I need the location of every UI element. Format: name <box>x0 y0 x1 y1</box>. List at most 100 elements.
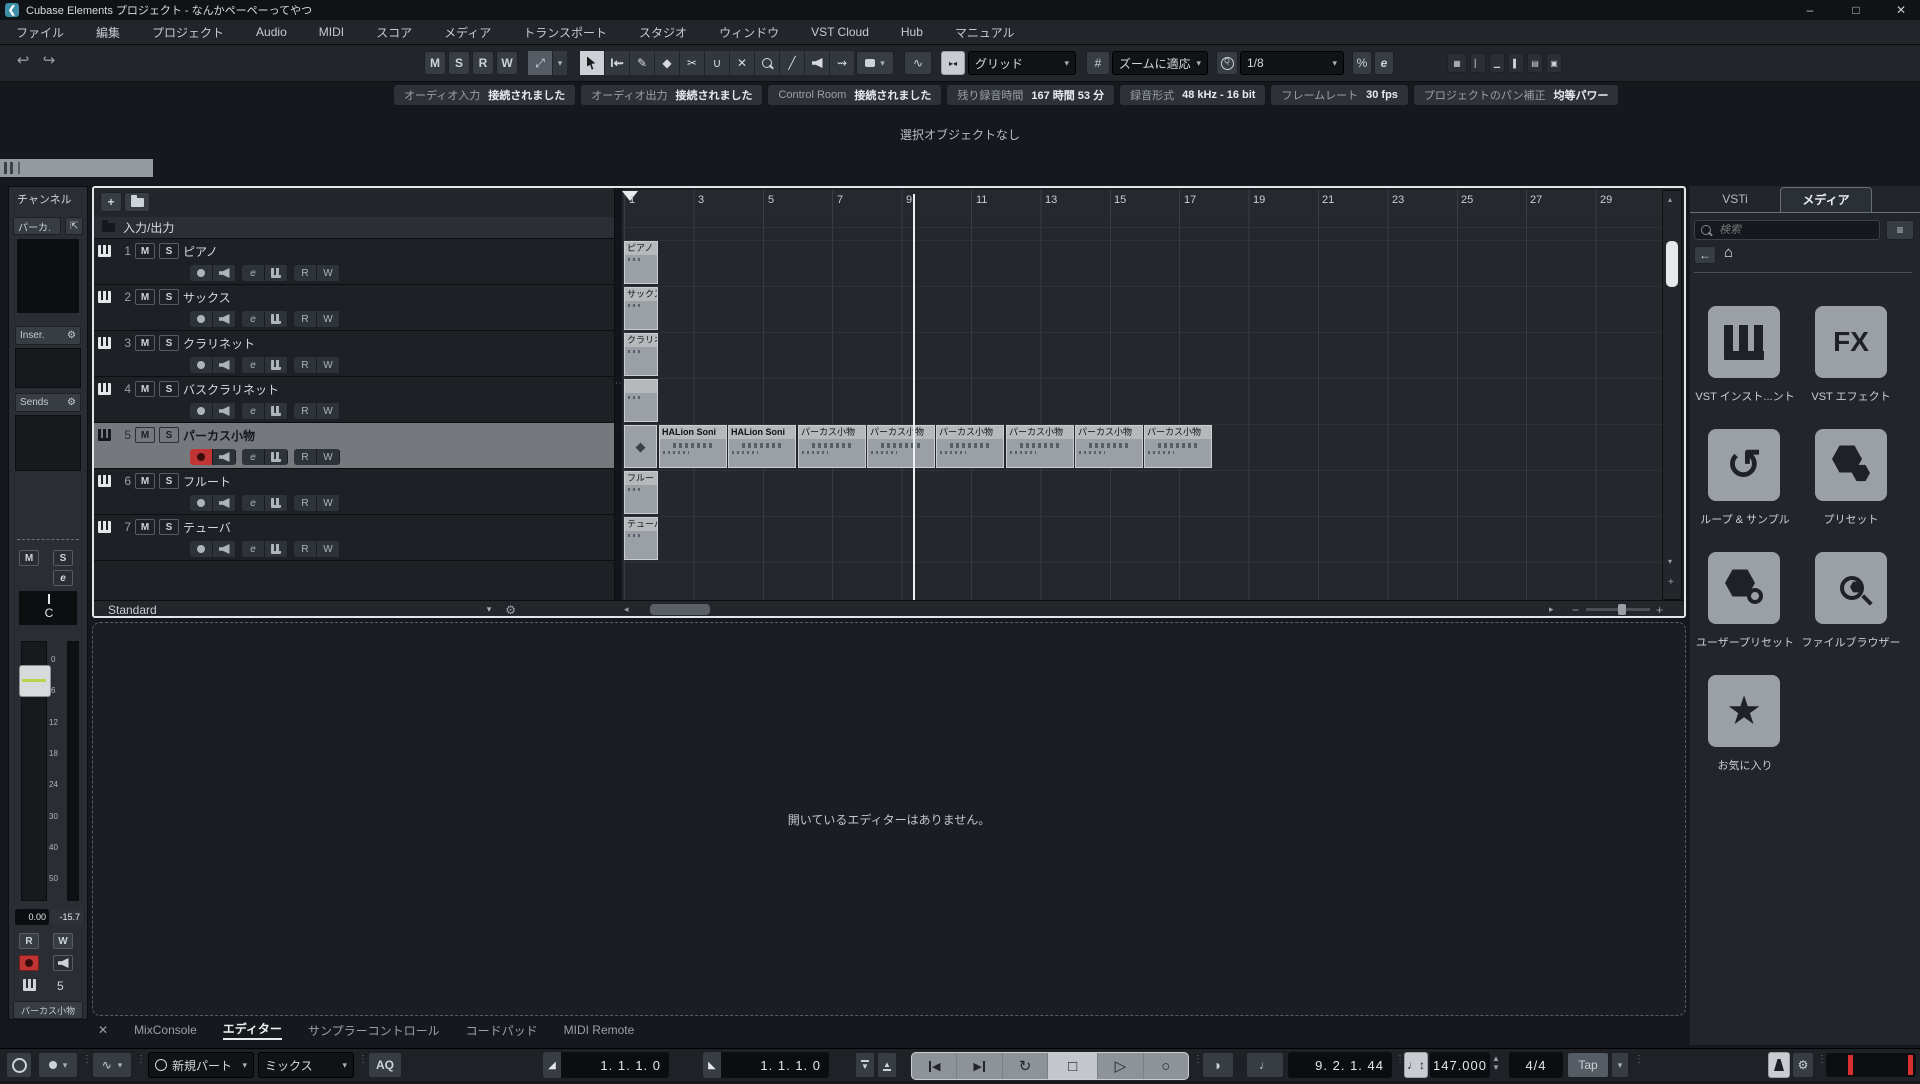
midi-part-bass-clarinet[interactable] <box>624 379 658 422</box>
track-solo-button[interactable]: S <box>159 335 179 351</box>
erase-tool[interactable]: ◆ <box>655 51 680 75</box>
track-row-clarinet[interactable]: 3 M S クラリネット e RW <box>94 331 622 377</box>
snap-on-off-button[interactable]: ▸◂ <box>941 51 965 75</box>
event-grid[interactable]: ピアノ サックス クラリネット フルート テューバ ◆ HALion Soni … <box>622 219 1662 600</box>
track-solo-button[interactable]: S <box>159 427 179 443</box>
time-signature-display[interactable]: 4/4 <box>1509 1052 1563 1078</box>
tab-vsti[interactable]: VSTi <box>1690 187 1780 211</box>
mute-all-button[interactable]: M <box>424 51 446 75</box>
tile-favorites[interactable]: ★ <box>1708 675 1780 747</box>
color-menu-button[interactable]: ▾ <box>856 51 894 75</box>
record-arm-button-armed[interactable] <box>190 449 213 465</box>
instrument-button[interactable] <box>265 357 288 373</box>
midi-part-halion-1[interactable]: HALion Soni <box>659 425 727 468</box>
media-search-box[interactable] <box>1694 220 1880 240</box>
track-name[interactable]: クラリネット <box>183 335 255 352</box>
window-layout-button[interactable]: ▤ <box>1527 53 1543 73</box>
range-selection-tool[interactable]: I⇜ <box>605 51 630 75</box>
write-button[interactable]: W <box>317 495 340 511</box>
vertical-scrollbar[interactable]: ▴ ▾ + <box>1662 190 1682 600</box>
tile-presets[interactable] <box>1815 429 1887 501</box>
menu-window[interactable]: ウィンドウ <box>703 24 795 41</box>
record-button[interactable]: ○ <box>1143 1053 1188 1079</box>
write-button[interactable]: W <box>317 357 340 373</box>
read-button[interactable]: R <box>294 495 317 511</box>
track-solo-button[interactable]: S <box>159 289 179 305</box>
midi-part-percussion-intro[interactable]: ◆ <box>624 425 657 468</box>
quantize-preset-select[interactable]: 1/8▾ <box>1240 51 1344 75</box>
tile-vst-effects[interactable]: FX <box>1815 306 1887 378</box>
track-solo-button[interactable]: S <box>159 243 179 259</box>
monitor-button[interactable] <box>213 311 236 327</box>
goto-end-button[interactable]: ▶ <box>957 1053 1002 1079</box>
tap-tempo-button[interactable]: Tap <box>1567 1052 1609 1078</box>
iterative-quantize-button[interactable]: % <box>1352 51 1372 75</box>
scroll-left-icon[interactable]: ◂ <box>624 604 629 615</box>
timeline-ruler[interactable]: 1 3 5 7 9 11 13 15 17 19 21 23 25 27 29 <box>622 190 1662 220</box>
tempo-dropdown-button[interactable]: ▾ <box>1611 1052 1629 1078</box>
read-button[interactable]: R <box>294 311 317 327</box>
punch-out-button[interactable]: ▲ <box>877 1052 897 1078</box>
pan-control[interactable]: C <box>19 591 77 625</box>
menu-studio[interactable]: スタジオ <box>623 24 703 41</box>
track-name[interactable]: ピアノ <box>183 243 218 260</box>
cycle-button[interactable]: ↻ <box>1003 1053 1048 1079</box>
stop-button[interactable]: □ <box>1048 1053 1097 1079</box>
track-mute-button[interactable]: M <box>135 473 155 489</box>
read-button[interactable]: R <box>294 265 317 281</box>
play-tool[interactable] <box>805 51 830 75</box>
left-zone-toggle[interactable]: ▏ <box>1470 53 1486 73</box>
menu-project[interactable]: プロジェクト <box>136 24 240 41</box>
channel-read-button[interactable]: R <box>19 933 39 949</box>
track-name[interactable]: サックス <box>183 289 231 306</box>
menu-transport[interactable]: トランスポート <box>507 24 623 41</box>
midi-part-halion-2[interactable]: HALion Soni <box>728 425 796 468</box>
track-row-flute[interactable]: 6 M S フルート e RW <box>94 469 622 515</box>
home-button[interactable]: ⌂ <box>1724 244 1733 261</box>
tab-chord-pads[interactable]: コードパッド <box>466 1022 538 1039</box>
track-solo-button[interactable]: S <box>159 381 179 397</box>
track-name[interactable]: フルート <box>183 473 231 490</box>
automation-curve-button[interactable]: ∿ <box>904 51 932 75</box>
glue-tool[interactable]: ∪ <box>705 51 730 75</box>
midi-part-flute[interactable]: フルート <box>624 471 658 514</box>
vertical-scroll-handle[interactable] <box>1666 241 1678 287</box>
instrument-button[interactable] <box>265 265 288 281</box>
gear-icon[interactable]: ⚙ <box>505 603 516 617</box>
draw-tool[interactable]: ✎ <box>630 51 655 75</box>
vertical-zoom-plus-icon[interactable]: + <box>1668 577 1674 588</box>
lower-zone-toggle[interactable]: ▁ <box>1489 53 1505 73</box>
midi-part-percussion[interactable]: パーカス小物 <box>798 425 866 468</box>
record-arm-button[interactable] <box>190 541 213 557</box>
write-button[interactable]: W <box>317 265 340 281</box>
midi-part-percussion[interactable]: パーカス小物 <box>1144 425 1212 468</box>
close-button[interactable]: ✕ <box>1882 3 1920 17</box>
channel-solo-button[interactable]: S <box>53 550 73 566</box>
monitor-button[interactable] <box>213 265 236 281</box>
click-pattern-button[interactable]: ♩ <box>1246 1052 1284 1078</box>
zoom-out-icon[interactable]: − <box>1572 603 1579 617</box>
track-solo-button[interactable]: S <box>159 519 179 535</box>
snap-type-select[interactable]: グリッド▾ <box>968 51 1076 75</box>
instrument-button[interactable] <box>265 311 288 327</box>
inserts-section-button[interactable]: Inser.⚙ <box>15 326 81 345</box>
project-cursor[interactable] <box>913 194 915 600</box>
channel-tab[interactable]: パーカ. <box>13 217 61 235</box>
midi-insert-mode-select[interactable]: 新規パート▾ <box>148 1052 254 1078</box>
right-locator[interactable]: ◣ 1. 1. 1. 0 <box>703 1052 829 1078</box>
solo-all-button[interactable]: S <box>448 51 470 75</box>
track-mute-button[interactable]: M <box>135 427 155 443</box>
record-arm-button[interactable] <box>190 311 213 327</box>
split-tool[interactable]: ✂ <box>680 51 705 75</box>
right-zone-toggle[interactable]: ▌ <box>1508 53 1524 73</box>
midi-part-tuba[interactable]: テューバ <box>624 517 658 560</box>
punch-in-button[interactable]: ▼ <box>855 1052 875 1078</box>
record-mode-dropdown[interactable]: ▾ <box>38 1052 78 1078</box>
maximize-button[interactable]: □ <box>1836 3 1876 17</box>
tab-sampler-control[interactable]: サンプラーコントロール <box>308 1022 440 1039</box>
grid-type-select[interactable]: ズームに適応▾ <box>1112 51 1208 75</box>
midi-part-percussion[interactable]: パーカス小物 <box>867 425 935 468</box>
left-locator[interactable]: ◢ 1. 1. 1. 0 <box>543 1052 669 1078</box>
goto-start-button[interactable]: ◀ <box>912 1053 957 1079</box>
tile-vst-instruments[interactable] <box>1708 306 1780 378</box>
